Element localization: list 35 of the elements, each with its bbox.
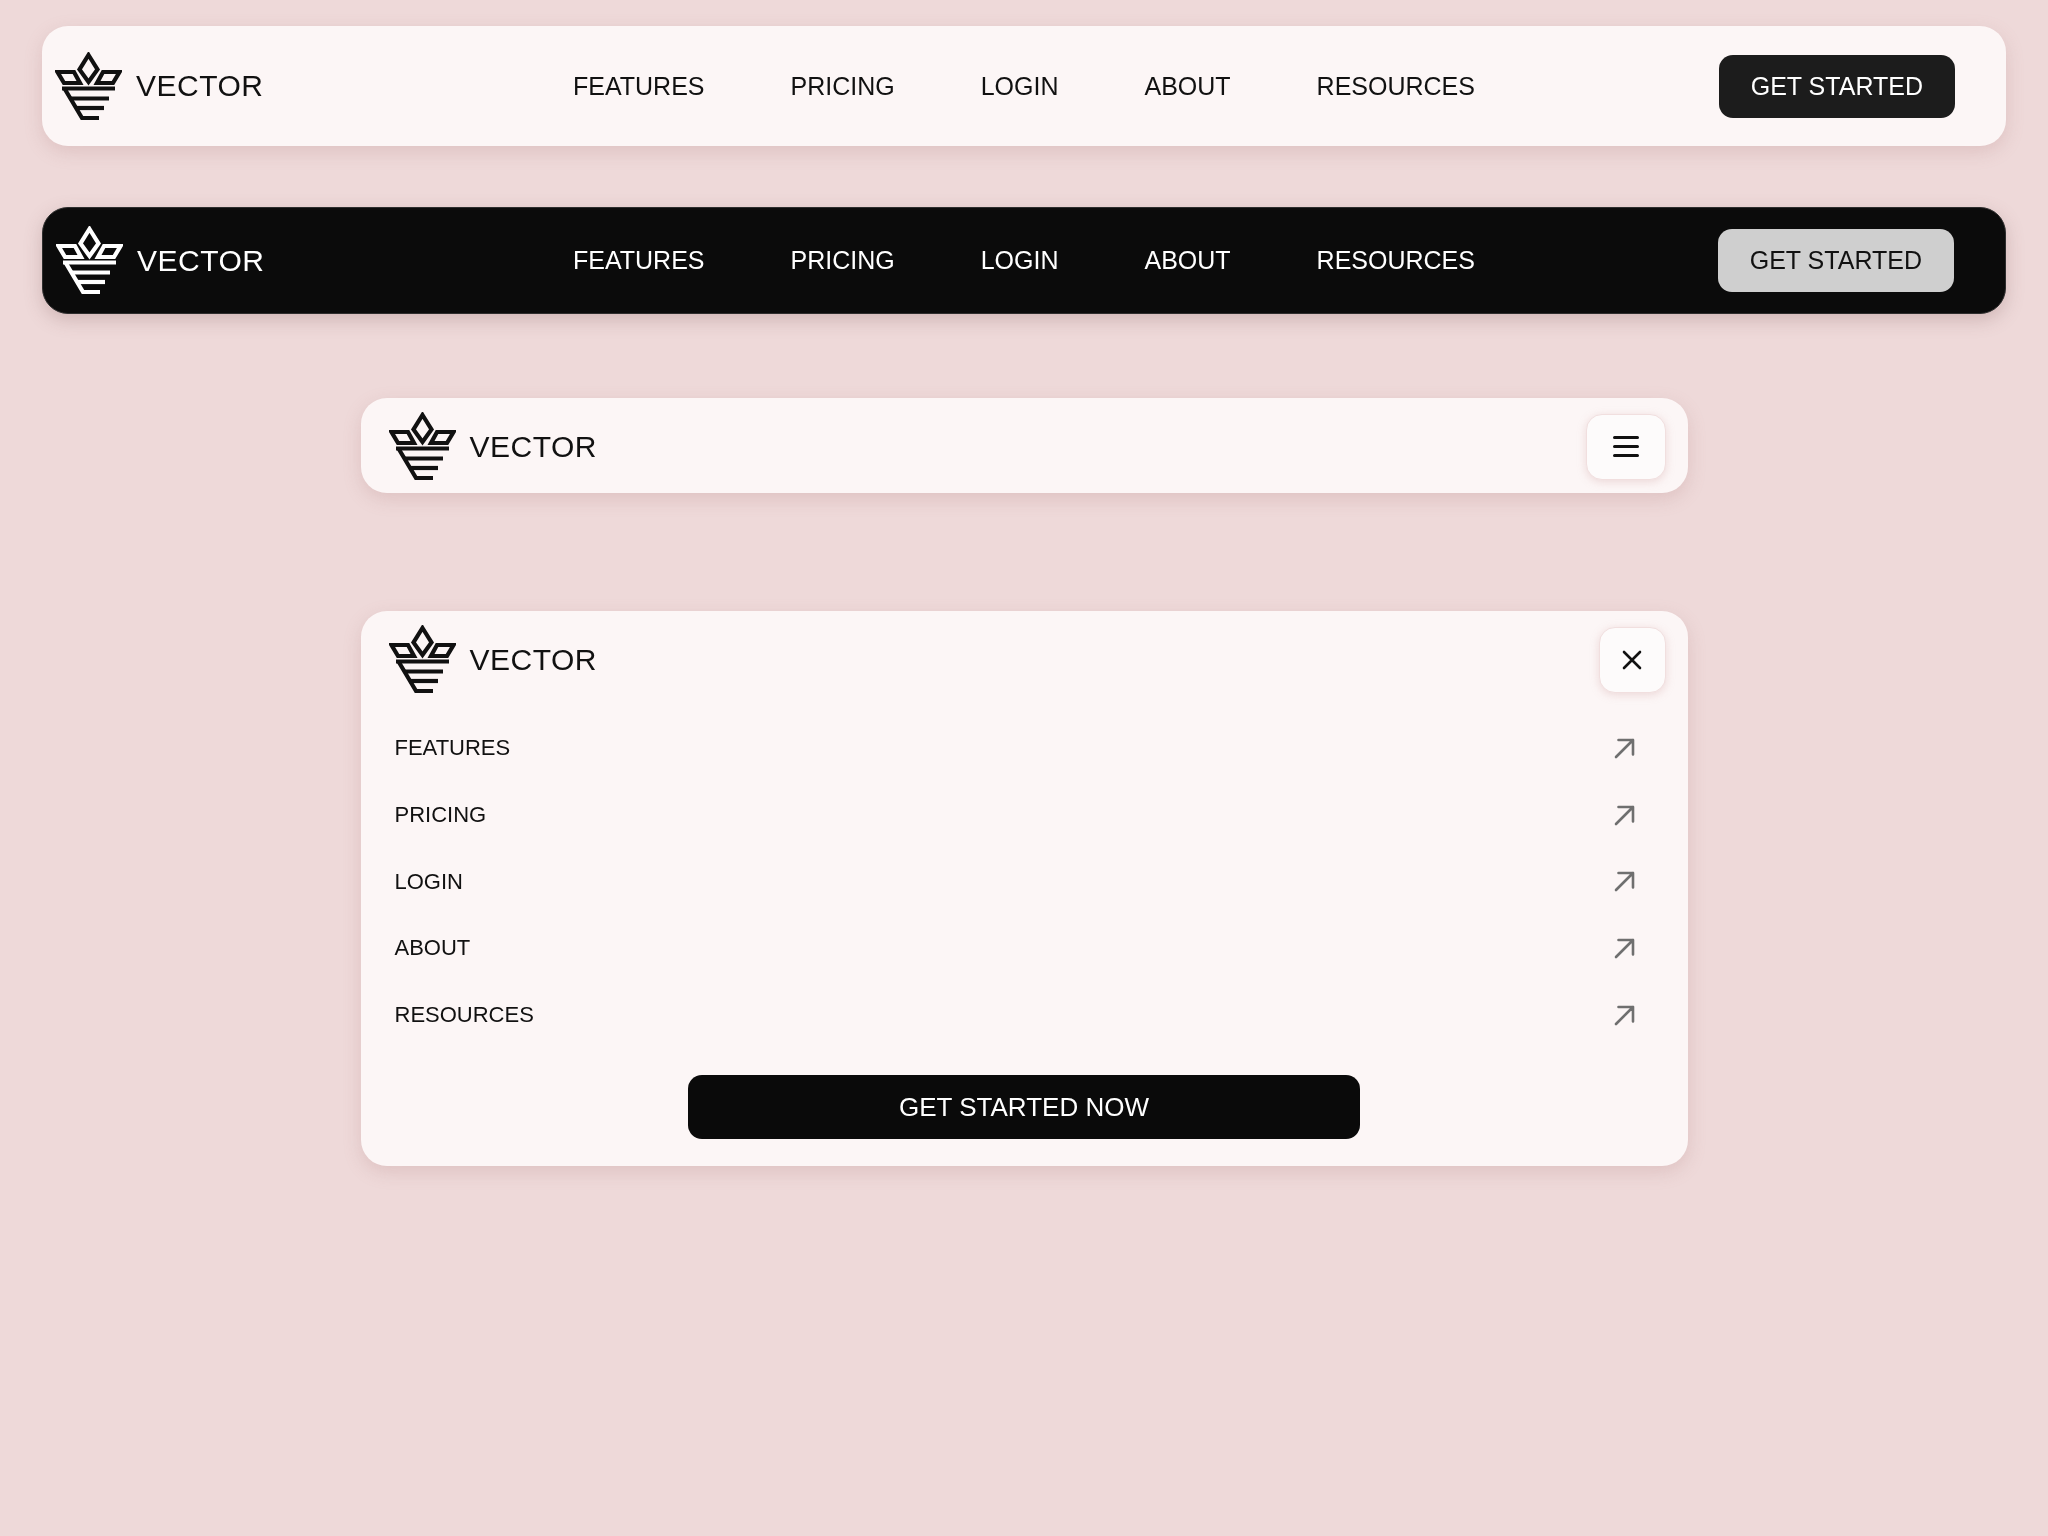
nav-link[interactable]: LOGIN bbox=[980, 246, 1059, 275]
nav-link[interactable]: LOGIN bbox=[980, 71, 1059, 101]
arrow-icon bbox=[1613, 737, 1635, 759]
brand-name: VECTOR bbox=[469, 429, 597, 464]
arrow-icon bbox=[1613, 937, 1635, 959]
nav-link[interactable]: PRICING bbox=[790, 71, 895, 101]
menu-button[interactable] bbox=[1585, 413, 1666, 480]
arrow-icon bbox=[1613, 871, 1635, 893]
logo-icon bbox=[388, 625, 456, 694]
menu-link[interactable]: ABOUT bbox=[394, 915, 1635, 982]
nav-link[interactable]: RESOURCES bbox=[1316, 246, 1475, 275]
brand-name: VECTOR bbox=[469, 642, 597, 677]
arrow-icon bbox=[1613, 1004, 1635, 1026]
nav-link[interactable]: FEATURES bbox=[573, 246, 705, 275]
logo-icon bbox=[388, 412, 456, 481]
brand-name: VECTOR bbox=[136, 69, 264, 103]
logo-icon bbox=[56, 226, 123, 295]
menu-link[interactable]: LOGIN bbox=[394, 848, 1635, 916]
menu-link[interactable]: PRICING bbox=[394, 781, 1635, 849]
close-button[interactable] bbox=[1598, 626, 1666, 693]
menu-icon bbox=[1612, 436, 1639, 457]
logo-icon bbox=[55, 51, 122, 121]
get-started-button[interactable]: GET STARTED bbox=[1717, 229, 1954, 292]
nav-link[interactable]: ABOUT bbox=[1144, 71, 1231, 101]
get-started-button[interactable]: GET STARTED NOW bbox=[688, 1075, 1360, 1140]
nav-link[interactable]: FEATURES bbox=[573, 71, 705, 101]
nav-link[interactable]: PRICING bbox=[790, 246, 895, 275]
close-icon bbox=[1622, 649, 1642, 670]
get-started-button[interactable]: GET STARTED bbox=[1718, 54, 1955, 118]
menu-link[interactable]: RESOURCES bbox=[394, 981, 1635, 1049]
brand-name: VECTOR bbox=[137, 243, 265, 278]
nav-link[interactable]: ABOUT bbox=[1144, 246, 1231, 275]
arrow-icon bbox=[1613, 804, 1635, 826]
nav-link[interactable]: RESOURCES bbox=[1316, 71, 1475, 101]
menu-link[interactable]: FEATURES bbox=[394, 715, 1635, 782]
